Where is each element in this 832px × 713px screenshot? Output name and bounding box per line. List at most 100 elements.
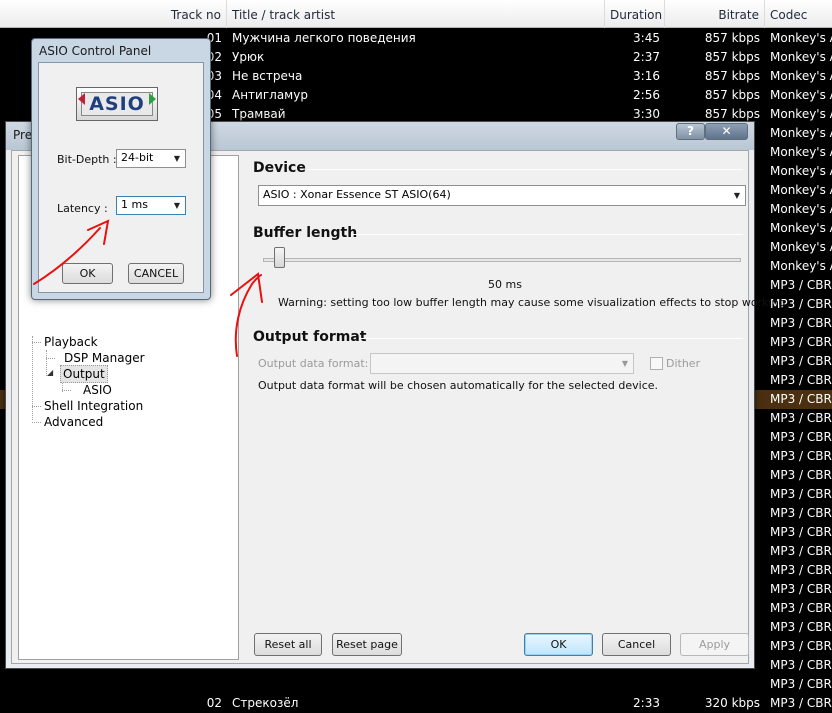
column-header-codec[interactable]: Codec bbox=[765, 0, 832, 28]
playlist-row[interactable]: 02 Стрекозёл 2:33 320 kbps MP3 / CBR bbox=[0, 694, 832, 713]
cell-codec: Monkey's A bbox=[770, 88, 832, 102]
asio-ok-button[interactable]: OK bbox=[62, 263, 113, 284]
cell-codec: MP3 / CBR bbox=[770, 354, 832, 368]
tree-item-shell-integration[interactable]: Shell Integration bbox=[44, 398, 143, 414]
apply-button[interactable]: Apply bbox=[680, 633, 749, 656]
cell-codec: Monkey's A bbox=[770, 259, 832, 273]
bit-depth-select[interactable]: 24-bit ▼ bbox=[116, 149, 186, 168]
cell-duration: 3:16 bbox=[633, 69, 660, 83]
cell-title: Не встреча bbox=[232, 69, 303, 83]
cell-codec: Monkey's A bbox=[770, 31, 832, 45]
cell-bitrate: 320 kbps bbox=[704, 696, 760, 710]
asio-cancel-button[interactable]: CANCEL bbox=[128, 263, 184, 284]
cell-codec: Monkey's A bbox=[770, 164, 832, 178]
tree-item-playback[interactable]: Playback bbox=[44, 334, 98, 350]
cell-codec: Monkey's A bbox=[770, 107, 832, 121]
tree-guide bbox=[32, 406, 41, 407]
reset-all-button[interactable]: Reset all bbox=[254, 633, 322, 656]
cell-codec: MP3 / CBR bbox=[770, 449, 832, 463]
chevron-down-icon: ▼ bbox=[173, 154, 181, 163]
cell-codec: Monkey's A bbox=[770, 69, 832, 83]
cell-codec: MP3 / CBR bbox=[770, 506, 832, 520]
tree-expand-icon[interactable]: ◢ bbox=[47, 368, 53, 377]
device-select[interactable]: ASIO : Xonar Essence ST ASIO(64) ▼ bbox=[258, 185, 746, 206]
column-header-bitrate[interactable]: Bitrate bbox=[665, 0, 765, 28]
tree-item-asio[interactable]: ASIO bbox=[83, 382, 112, 398]
buffer-warning: Warning: setting too low buffer length m… bbox=[278, 296, 789, 309]
cell-codec: MP3 / CBR bbox=[770, 677, 832, 691]
dither-label: Dither bbox=[666, 357, 701, 370]
cell-codec: MP3 / CBR bbox=[770, 563, 832, 577]
tree-item-output[interactable]: Output bbox=[60, 365, 108, 383]
preferences-title: Pre bbox=[13, 128, 33, 142]
cell-codec: Monkey's A bbox=[770, 126, 832, 140]
cell-codec: MP3 / CBR bbox=[770, 658, 832, 672]
asio-logo-text: ASIO bbox=[81, 92, 153, 116]
cell-codec: Monkey's A bbox=[770, 221, 832, 235]
cell-bitrate bbox=[665, 675, 765, 694]
column-header-title[interactable]: Title / track artist bbox=[227, 0, 605, 28]
divider bbox=[307, 169, 743, 170]
divider bbox=[359, 338, 743, 339]
tree-guide bbox=[62, 390, 71, 391]
cell-bitrate: 857 kbps bbox=[704, 88, 760, 102]
buffer-length-slider-thumb[interactable] bbox=[274, 247, 286, 268]
help-button[interactable]: ? bbox=[676, 123, 705, 140]
cell-title: Урюк bbox=[232, 50, 265, 64]
logo-left-arrow-icon bbox=[78, 93, 85, 105]
column-header-duration[interactable]: Duration bbox=[605, 0, 665, 28]
reset-page-button[interactable]: Reset page bbox=[332, 633, 402, 656]
cell-codec: MP3 / CBR bbox=[770, 392, 832, 406]
cell-codec: MP3 / CBR bbox=[770, 373, 832, 387]
chevron-down-icon: ▼ bbox=[733, 191, 741, 200]
output-data-format-select[interactable]: ▼ bbox=[370, 353, 634, 374]
logo-right-arrow-icon bbox=[149, 93, 156, 105]
tree-guide bbox=[46, 358, 55, 359]
close-button[interactable]: ✕ bbox=[705, 123, 748, 140]
cell-codec: Monkey's A bbox=[770, 50, 832, 64]
tree-guide bbox=[32, 342, 41, 343]
asio-logo: ASIO bbox=[76, 87, 158, 121]
output-data-format-label: Output data format: bbox=[258, 357, 369, 370]
tree-item-dsp-manager[interactable]: DSP Manager bbox=[64, 350, 145, 366]
cell-codec: MP3 / CBR bbox=[770, 544, 832, 558]
asio-panel-title: ASIO Control Panel bbox=[39, 44, 152, 58]
playlist-header: Track no Title / track artist Duration B… bbox=[0, 0, 832, 28]
bit-depth-value: 24-bit bbox=[121, 151, 154, 164]
cancel-button[interactable]: Cancel bbox=[602, 633, 671, 656]
cell-title bbox=[227, 675, 605, 694]
latency-select[interactable]: 1 ms ▼ bbox=[116, 196, 186, 215]
tree-guide bbox=[32, 422, 41, 423]
asio-control-panel: ASIO Control Panel ASIO Bit-Depth : 24-b… bbox=[31, 38, 211, 300]
cell-title: Стрекозёл bbox=[232, 696, 299, 710]
latency-label: Latency : bbox=[57, 202, 108, 215]
cell-codec: MP3 / CBR bbox=[770, 278, 832, 292]
device-section-title: Device bbox=[253, 160, 306, 176]
output-settings-page: Device ASIO : Xonar Essence ST ASIO(64) … bbox=[245, 151, 789, 663]
playlist-row[interactable]: MP3 / CBR bbox=[0, 675, 832, 694]
cell-codec: MP3 / CBR bbox=[770, 582, 832, 596]
cell-codec: MP3 / CBR bbox=[770, 639, 832, 653]
cell-codec: MP3 / CBR bbox=[770, 620, 832, 634]
cell-bitrate: 857 kbps bbox=[704, 50, 760, 64]
buffer-section-title: Buffer length bbox=[253, 225, 358, 241]
cell-duration: 3:45 bbox=[633, 31, 660, 45]
tree-item-advanced[interactable]: Advanced bbox=[44, 414, 103, 430]
cell-codec: Monkey's A bbox=[770, 202, 832, 216]
cell-title: Антигламур bbox=[232, 88, 308, 102]
buffer-length-value: 50 ms bbox=[488, 278, 522, 291]
cell-codec: MP3 / CBR bbox=[770, 487, 832, 501]
chevron-down-icon: ▼ bbox=[621, 359, 629, 368]
buffer-length-slider-track[interactable] bbox=[263, 258, 741, 262]
cell-bitrate: 857 kbps bbox=[704, 31, 760, 45]
cell-bitrate: 857 kbps bbox=[704, 69, 760, 83]
output-format-section-title: Output format bbox=[253, 329, 367, 345]
cell-title: Мужчина легкого поведения bbox=[232, 31, 416, 45]
tree-guide bbox=[32, 336, 33, 420]
cell-codec: MP3 / CBR bbox=[770, 525, 832, 539]
cell-codec: MP3 / CBR bbox=[770, 411, 832, 425]
dither-checkbox[interactable] bbox=[650, 357, 663, 370]
column-header-track-no[interactable]: Track no bbox=[163, 0, 227, 28]
latency-value: 1 ms bbox=[121, 198, 148, 211]
ok-button[interactable]: OK bbox=[524, 633, 593, 656]
